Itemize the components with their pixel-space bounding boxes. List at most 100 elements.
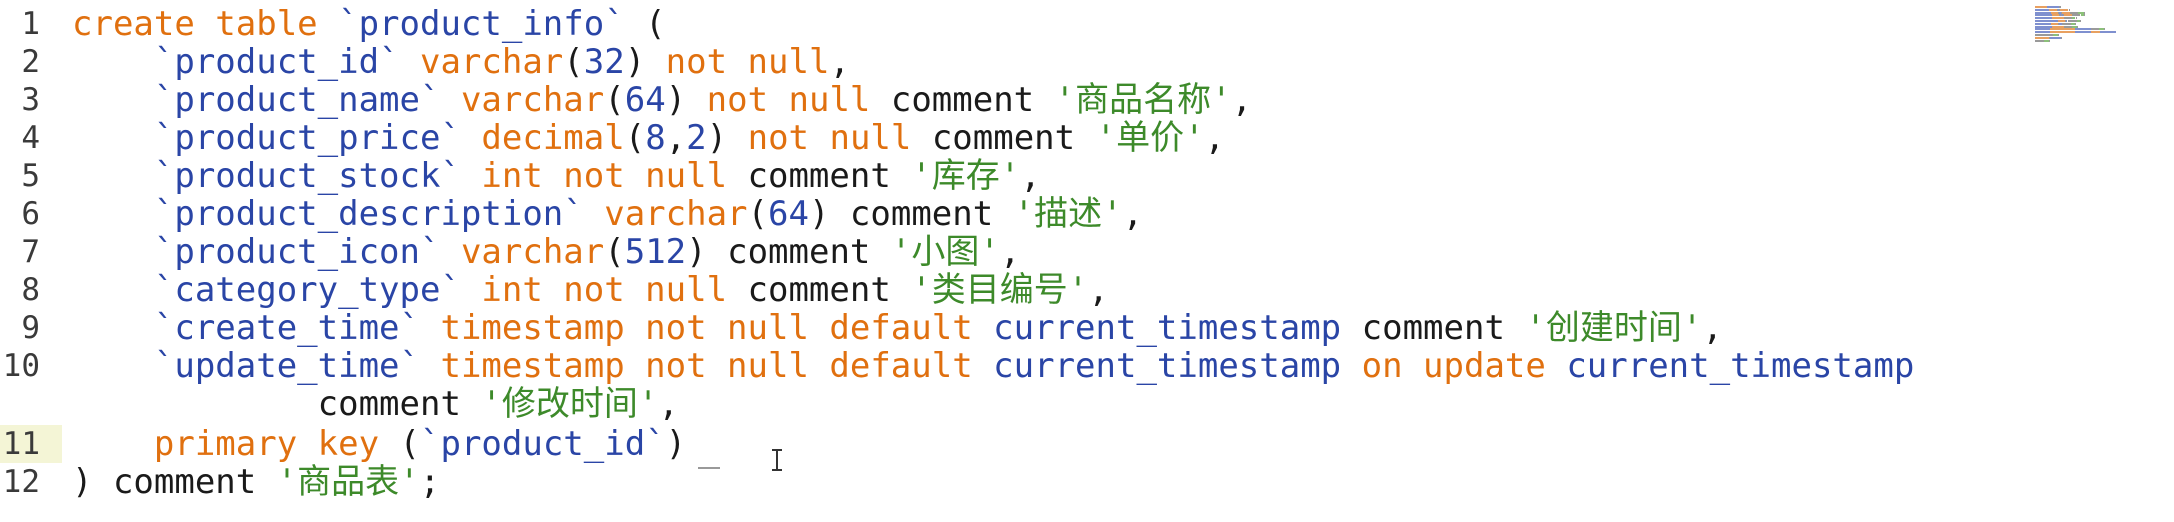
code-token: '单价' [1095, 118, 1205, 158]
code-text[interactable]: create table `product_info` ( [72, 5, 666, 43]
minimap-stroke [2046, 6, 2060, 8]
code-token: `product_id` [72, 42, 400, 82]
code-token: '类目编号' [911, 270, 1089, 310]
code-token: 512 [624, 232, 687, 272]
line-number: 4 [21, 120, 40, 156]
code-text[interactable]: `product_id` varchar(32) not null, [72, 43, 850, 81]
code-token: 64 [768, 194, 809, 234]
code-token: '修改时间' [481, 384, 659, 424]
code-token: not null [645, 42, 830, 82]
minimap-stroke [2077, 25, 2079, 28]
code-token: '库存' [911, 156, 1021, 196]
minimap-stroke [2083, 11, 2085, 14]
code-token: 32 [583, 42, 625, 82]
minimap-stroke [2035, 17, 2053, 20]
code-token: varchar [440, 232, 605, 272]
text-cursor-icon [770, 449, 784, 471]
code-token: varchar [440, 80, 605, 120]
minimap-stroke [2035, 22, 2052, 25]
code-text[interactable]: `product_price` decimal(8,2) not null co… [72, 119, 1225, 157]
code-token: `product_info` [338, 4, 625, 44]
code-text[interactable]: `create_time` timestamp not null default… [72, 309, 1723, 347]
minimap-stroke [2035, 36, 2049, 39]
code-editor[interactable]: 1 create table `product_info` (2 `product… [0, 0, 2174, 522]
code-token: ) [706, 118, 728, 158]
minimap-stroke [2052, 14, 2060, 17]
minimap-stroke [2104, 28, 2106, 31]
code-token: , [1204, 118, 1226, 158]
code-token: ) [808, 194, 830, 234]
code-token: ( [604, 80, 625, 120]
minimap-stroke [2068, 8, 2070, 11]
code-token: , [1122, 194, 1144, 234]
minimap-stroke [2035, 11, 2052, 14]
line-number: 6 [21, 196, 40, 232]
code-text[interactable]: `product_icon` varchar(512) comment '小图'… [72, 233, 1020, 271]
minimap-stroke [2050, 31, 2075, 34]
code-token: ( [624, 118, 646, 158]
code-token: timestamp not null default [420, 308, 973, 348]
code-token: `product_icon` [72, 232, 441, 272]
minimap-stroke [2060, 8, 2069, 11]
code-token: , [665, 118, 687, 158]
code-token: `update_time` [72, 346, 420, 386]
line-number: 11 [2, 426, 40, 462]
code-token: `category_type` [72, 270, 461, 310]
code-text[interactable]: `category_type` int not null comment '类目… [72, 271, 1109, 309]
code-text[interactable]: `product_stock` int not null comment '库存… [72, 157, 1041, 195]
minimap-stroke [2063, 22, 2072, 25]
minimap-stroke [2035, 34, 2053, 36]
code-token: current_timestamp [972, 346, 1342, 386]
bracket-match-underline [698, 467, 720, 469]
code-token: comment [829, 194, 1014, 234]
code-token: ( [379, 424, 420, 464]
code-token: ( [747, 194, 768, 234]
code-token: `create_time` [72, 308, 420, 348]
minimap-stroke [2051, 11, 2059, 14]
code-token: , [1702, 308, 1723, 348]
minimap-stroke [2052, 25, 2064, 28]
code-token: '描述' [1013, 194, 1123, 234]
code-text[interactable]: primary key (`product_id`) [72, 425, 686, 463]
code-token: comment [1341, 308, 1526, 348]
minimap-stroke [2074, 22, 2076, 25]
line-number: 2 [21, 44, 40, 80]
minimap-stroke [2051, 22, 2059, 25]
code-token: `product_id` [420, 424, 666, 464]
code-token: not null [727, 118, 912, 158]
code-text[interactable]: ) comment '商品表'; [72, 463, 440, 501]
line-number: 8 [21, 272, 40, 308]
minimap[interactable] [2035, 6, 2165, 44]
code-token: , [829, 42, 850, 82]
minimap-stroke [2063, 17, 2072, 20]
line-number: 5 [21, 158, 40, 194]
code-token: comment [870, 80, 1055, 120]
code-text[interactable]: `product_name` varchar(64) not null comm… [72, 81, 1252, 119]
code-token: comment [727, 270, 912, 310]
minimap-stroke [2050, 28, 2075, 31]
minimap-stroke [2035, 25, 2053, 28]
code-text[interactable]: `product_description` varchar(64) commen… [72, 195, 1143, 233]
code-token: ( [604, 232, 625, 272]
code-token: ) [665, 424, 687, 464]
code-token: , [1231, 80, 1253, 120]
code-token: ) comment [72, 462, 277, 502]
code-token: ) [686, 232, 707, 272]
code-token: ) [665, 80, 687, 120]
code-token: decimal [460, 118, 625, 158]
minimap-stroke [2048, 39, 2050, 42]
minimap-stroke [2070, 11, 2079, 14]
minimap-stroke [2061, 36, 2063, 39]
code-token: , [999, 232, 1021, 272]
minimap-stroke [2059, 6, 2062, 8]
line-number: 7 [21, 234, 40, 270]
minimap-stroke [2075, 17, 2077, 20]
line-number: 3 [21, 82, 40, 118]
code-token: on update [1341, 346, 1546, 386]
minimap-stroke [2049, 8, 2057, 11]
code-text[interactable]: comment '修改时间', [72, 385, 679, 423]
minimap-stroke [2090, 31, 2100, 34]
code-token: comment [706, 232, 891, 272]
code-text[interactable]: `update_time` timestamp not null default… [72, 347, 1914, 385]
minimap-stroke [2035, 6, 2047, 8]
